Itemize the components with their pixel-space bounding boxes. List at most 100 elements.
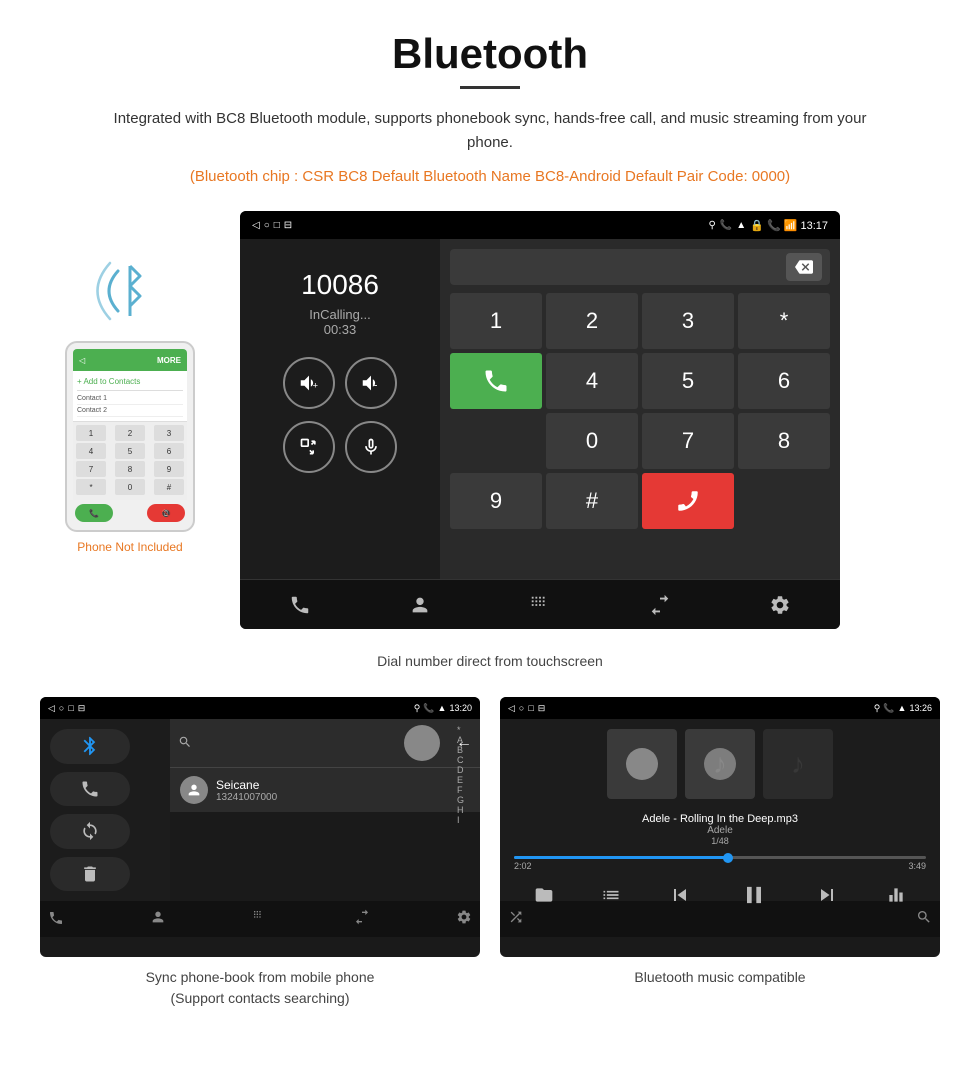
keypad-panel: 1 2 3 * 4 5 6 0 7 8 9 # <box>440 239 840 579</box>
phone-action-row: 📞 📵 <box>73 500 187 524</box>
number-input-bar <box>450 249 830 285</box>
call-info-panel: 10086 InCalling... 00:33 + <box>240 239 440 579</box>
bluetooth-nav-button[interactable] <box>50 729 130 764</box>
music-progress-bar: 2:02 3:49 <box>500 850 940 875</box>
title-divider <box>460 86 520 89</box>
play-pause-icon[interactable] <box>740 881 768 914</box>
demo-section: ◁ MORE + Add to Contacts Contact 1 Conta… <box>40 211 940 629</box>
pb-search-bar: ← *ABCDEFGHI <box>170 719 480 768</box>
dialer-content: 10086 InCalling... 00:33 + <box>240 239 840 579</box>
contact-name: Seicane <box>216 778 277 792</box>
album-art-2: ♪ <box>685 729 755 799</box>
phone-top-bar: ◁ MORE <box>73 349 187 371</box>
call-button[interactable] <box>450 353 542 409</box>
music-content: ♪ ♪ ♪ <box>500 719 940 901</box>
folder-icon[interactable] <box>534 885 554 910</box>
pb-contacts-icon[interactable] <box>150 909 166 930</box>
key-1[interactable]: 1 <box>450 293 542 349</box>
key-7[interactable]: 7 <box>642 413 734 469</box>
album-arts: ♪ ♪ ♪ <box>500 719 940 809</box>
delete-nav-button[interactable] <box>50 857 130 892</box>
contact-number: 13241007000 <box>216 792 277 803</box>
phone-not-included-label: Phone Not Included <box>77 540 182 554</box>
search-icon <box>178 735 192 752</box>
song-title: Adele - Rolling In the Deep.mp3 <box>510 813 930 825</box>
key-3[interactable]: 3 <box>642 293 734 349</box>
music-screen: ◁○□⊟ ⚲📞▲13:26 ♪ <box>500 697 940 957</box>
album-art-3: ♪ <box>763 729 833 799</box>
page-container: Bluetooth Integrated with BC8 Bluetooth … <box>0 0 980 1065</box>
key-0[interactable]: 0 <box>546 413 638 469</box>
pb-calls-icon[interactable] <box>48 910 64 929</box>
call-status: InCalling... <box>309 307 370 322</box>
pb-transfer-icon[interactable] <box>354 909 370 930</box>
pb-sidebar <box>40 719 170 901</box>
music-status-bar: ◁○□⊟ ⚲📞▲13:26 <box>500 697 940 719</box>
call-number: 10086 <box>301 269 379 301</box>
transfer-nav-icon[interactable] <box>649 594 671 616</box>
key-4[interactable]: 4 <box>546 353 638 409</box>
music-info: Adele - Rolling In the Deep.mp3 Adele 1/… <box>500 809 940 850</box>
phone-contact-item: Contact 2 <box>77 405 183 417</box>
sync-nav-button[interactable] <box>50 814 130 849</box>
key-star[interactable]: * <box>738 293 830 349</box>
phonebook-content: ← *ABCDEFGHI Seicane <box>40 719 480 901</box>
phone-contacts-area: + Add to Contacts Contact 1 Contact 2 <box>73 371 187 421</box>
volume-up-button[interactable]: + <box>283 357 335 409</box>
music-shuffle-icon[interactable] <box>508 909 524 930</box>
phone-call-button[interactable]: 📞 <box>75 504 113 522</box>
music-caption: Bluetooth music compatible <box>500 967 940 988</box>
calls-icon[interactable] <box>289 594 311 616</box>
settings-icon[interactable] <box>769 594 791 616</box>
phone-end-button[interactable]: 📵 <box>147 504 185 522</box>
prev-icon[interactable] <box>668 883 692 912</box>
pb-settings-icon[interactable] <box>456 909 472 930</box>
phone-nav-button[interactable] <box>50 772 130 807</box>
call-timer: 00:33 <box>324 322 357 337</box>
end-call-button[interactable] <box>642 473 734 529</box>
backspace-button[interactable] <box>786 253 822 281</box>
phonebook-block: ◁○□⊟ ⚲📞▲13:20 <box>40 697 480 1009</box>
call-extra-controls <box>283 421 397 473</box>
pb-main-panel: ← *ABCDEFGHI Seicane <box>170 719 480 812</box>
progress-fill <box>514 856 728 859</box>
clock: 🔒 📞 📶 13:17 <box>750 219 828 232</box>
pb-contact-item[interactable]: Seicane 13241007000 <box>170 768 480 812</box>
playlist-icon[interactable] <box>601 885 621 910</box>
key-6[interactable]: 6 <box>738 353 830 409</box>
bluetooth-info: (Bluetooth chip : CSR BC8 Default Blueto… <box>40 165 940 189</box>
key-hash[interactable]: # <box>546 473 638 529</box>
key-5[interactable]: 5 <box>642 353 734 409</box>
time-total: 3:49 <box>908 861 926 871</box>
contact-avatar <box>180 776 208 804</box>
key-2[interactable]: 2 <box>546 293 638 349</box>
keypad-grid: 1 2 3 * 4 5 6 0 7 8 9 # <box>450 293 830 529</box>
mute-button[interactable] <box>345 421 397 473</box>
next-icon[interactable] <box>815 883 839 912</box>
phone-illustration: ◁ MORE + Add to Contacts Contact 1 Conta… <box>40 211 220 554</box>
dialer-bottom-bar <box>240 579 840 629</box>
key-8[interactable]: 8 <box>738 413 830 469</box>
status-right: ⚲📞▲ 🔒 📞 📶 13:17 <box>709 219 828 232</box>
music-controls <box>500 875 940 920</box>
music-search-icon[interactable] <box>916 909 932 930</box>
page-title: Bluetooth <box>40 30 940 78</box>
time-current: 2:02 <box>514 861 532 871</box>
dialer-screen: ◁○□⊟ ⚲📞▲ 🔒 📞 📶 13:17 10086 InCalling... … <box>240 211 840 629</box>
status-bar-dialer: ◁○□⊟ ⚲📞▲ 🔒 📞 📶 13:17 <box>240 211 840 239</box>
keypad-icon[interactable] <box>529 594 551 616</box>
phonebook-status-bar: ◁○□⊟ ⚲📞▲13:20 <box>40 697 480 719</box>
phonebook-main: ← *ABCDEFGHI Seicane <box>170 719 480 901</box>
key-9[interactable]: 9 <box>450 473 542 529</box>
equalizer-icon[interactable] <box>886 885 906 910</box>
contact-info: Seicane 13241007000 <box>216 778 277 803</box>
progress-times: 2:02 3:49 <box>514 861 926 871</box>
phone-mockup: ◁ MORE + Add to Contacts Contact 1 Conta… <box>65 341 195 532</box>
volume-down-button[interactable]: - <box>345 357 397 409</box>
progress-bg <box>514 856 926 859</box>
bluetooth-waves-icon <box>90 251 170 331</box>
transfer-button[interactable] <box>283 421 335 473</box>
progress-dot <box>723 853 733 863</box>
pb-keypad-icon[interactable] <box>252 909 268 930</box>
contacts-icon[interactable] <box>409 594 431 616</box>
